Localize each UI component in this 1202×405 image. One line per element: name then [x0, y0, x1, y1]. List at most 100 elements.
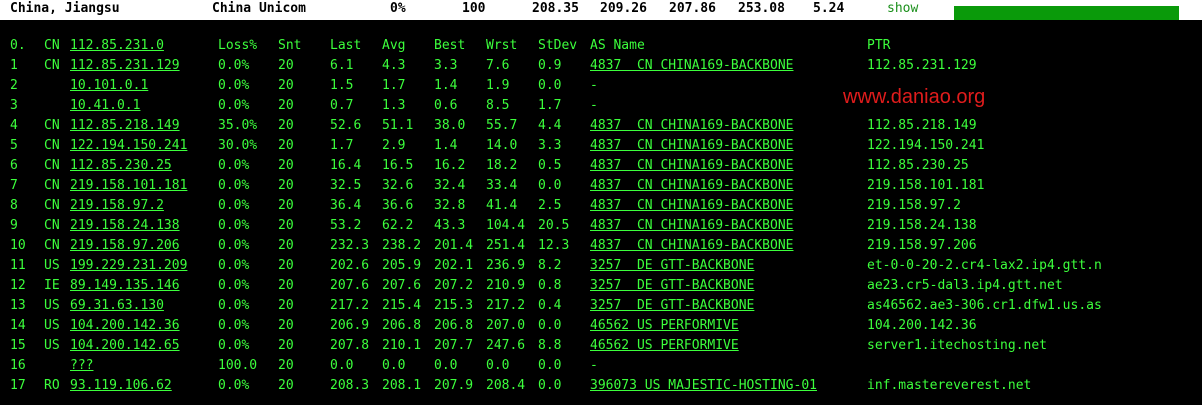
cell-as[interactable]: 4837 CN CHINA169-BACKBONE	[590, 218, 794, 233]
cell-host[interactable]: 219.158.24.138	[70, 218, 180, 233]
cell-best: 32.8	[434, 198, 466, 213]
cell-stdev: 0.0	[538, 178, 562, 193]
cell-host[interactable]: 93.119.106.62	[70, 378, 172, 393]
cell-ptr: server1.itechosting.net	[867, 338, 1048, 353]
cell-cc: CN	[44, 218, 60, 233]
cell-last: 217.2	[330, 298, 370, 313]
cell-best: 0.0	[434, 358, 458, 373]
cell-stdev: 20.5	[538, 218, 570, 233]
cell-loss: 0.0%	[218, 298, 250, 313]
cell-host[interactable]: 112.85.231.129	[70, 58, 180, 73]
cell-as[interactable]: 4837 CN CHINA169-BACKBONE	[590, 178, 794, 193]
cell-host[interactable]: 69.31.63.130	[70, 298, 164, 313]
cell-best: 202.1	[434, 258, 474, 273]
cell-ptr: 219.158.24.138	[867, 218, 977, 233]
cell-cc: US	[44, 298, 60, 313]
cell-host[interactable]: 112.85.230.25	[70, 158, 172, 173]
cell-stdev: 0.5	[538, 158, 562, 173]
cell-host[interactable]: 199.229.231.209	[70, 258, 187, 273]
header-host: 112.85.231.0	[70, 38, 164, 53]
cell-as[interactable]: 4837 CN CHINA169-BACKBONE	[590, 118, 794, 133]
cell-host[interactable]: 122.194.150.241	[70, 138, 187, 153]
cell-as[interactable]: -	[590, 78, 598, 93]
cell-as[interactable]: 3257 DE GTT-BACKBONE	[590, 278, 754, 293]
cell-stdev: 12.3	[538, 238, 570, 253]
summary-count: 100	[462, 1, 486, 16]
cell-host[interactable]: 89.149.135.146	[70, 278, 180, 293]
header-last: Last	[330, 38, 362, 53]
header-avg: Avg	[382, 38, 406, 53]
header-wrst: Wrst	[486, 38, 518, 53]
cell-last: 1.5	[330, 78, 354, 93]
cell-host[interactable]: ???	[70, 358, 93, 373]
cell-loss: 0.0%	[218, 318, 250, 333]
cell-host[interactable]: 219.158.97.2	[70, 198, 164, 213]
cell-host[interactable]: 10.41.0.1	[70, 98, 140, 113]
header-best: Best	[434, 38, 466, 53]
cell-as[interactable]: 396073 US MAJESTIC-HOSTING-01	[590, 378, 817, 393]
cell-as[interactable]: 4837 CN CHINA169-BACKBONE	[590, 158, 794, 173]
cell-snt: 20	[278, 238, 294, 253]
cell-stdev: 0.0	[538, 358, 562, 373]
header-as: AS Name	[590, 38, 645, 53]
cell-as[interactable]: -	[590, 98, 598, 113]
cell-hop: 16	[10, 358, 26, 373]
cell-as[interactable]: 46562 US PERFORMIVE	[590, 318, 739, 333]
cell-cc: IE	[44, 278, 60, 293]
cell-last: 36.4	[330, 198, 362, 213]
cell-stdev: 2.5	[538, 198, 562, 213]
cell-host[interactable]: 112.85.218.149	[70, 118, 180, 133]
cell-as[interactable]: 3257 DE GTT-BACKBONE	[590, 298, 754, 313]
cell-as[interactable]: 4837 CN CHINA169-BACKBONE	[590, 198, 794, 213]
cell-as[interactable]: 4837 CN CHINA169-BACKBONE	[590, 238, 794, 253]
cell-stdev: 0.9	[538, 58, 562, 73]
cell-snt: 20	[278, 338, 294, 353]
cell-stdev: 3.3	[538, 138, 562, 153]
isp-label: China Unicom	[212, 1, 306, 16]
cell-cc: CN	[44, 198, 60, 213]
cell-host[interactable]: 219.158.97.206	[70, 238, 180, 253]
cell-hop: 9	[10, 218, 18, 233]
cell-avg: 207.6	[382, 278, 422, 293]
cell-hop: 2	[10, 78, 18, 93]
cell-best: 32.4	[434, 178, 466, 193]
cell-host[interactable]: 219.158.101.181	[70, 178, 187, 193]
cell-last: 207.8	[330, 338, 370, 353]
cell-wrst: 217.2	[486, 298, 526, 313]
cell-as[interactable]: 4837 CN CHINA169-BACKBONE	[590, 138, 794, 153]
cell-as[interactable]: 3257 DE GTT-BACKBONE	[590, 258, 754, 273]
cell-snt: 20	[278, 138, 294, 153]
cell-loss: 0.0%	[218, 338, 250, 353]
show-button[interactable]: show	[887, 1, 918, 16]
cell-as[interactable]: 4837 CN CHINA169-BACKBONE	[590, 58, 794, 73]
cell-stdev: 0.0	[538, 318, 562, 333]
cell-hop: 4	[10, 118, 18, 133]
cell-wrst: 7.6	[486, 58, 510, 73]
watermark-text: www.daniao.org	[843, 86, 986, 108]
header-snt: Snt	[278, 38, 302, 53]
cell-snt: 20	[278, 278, 294, 293]
cell-as[interactable]: -	[590, 358, 598, 373]
cell-as[interactable]: 46562 US PERFORMIVE	[590, 338, 739, 353]
cell-avg: 208.1	[382, 378, 422, 393]
cell-best: 1.4	[434, 138, 458, 153]
cell-loss: 0.0%	[218, 218, 250, 233]
cell-loss: 0.0%	[218, 198, 250, 213]
cell-host[interactable]: 104.200.142.65	[70, 338, 180, 353]
cell-loss: 0.0%	[218, 178, 250, 193]
cell-wrst: 18.2	[486, 158, 518, 173]
cell-best: 16.2	[434, 158, 466, 173]
cell-snt: 20	[278, 258, 294, 273]
cell-snt: 20	[278, 78, 294, 93]
cell-snt: 20	[278, 118, 294, 133]
cell-avg: 210.1	[382, 338, 422, 353]
cell-snt: 20	[278, 198, 294, 213]
cell-host[interactable]: 104.200.142.36	[70, 318, 180, 333]
cell-wrst: 247.6	[486, 338, 526, 353]
cell-loss: 30.0%	[218, 138, 258, 153]
cell-hop: 3	[10, 98, 18, 113]
summary-best: 207.86	[669, 1, 716, 16]
cell-host[interactable]: 10.101.0.1	[70, 78, 148, 93]
cell-cc: US	[44, 338, 60, 353]
cell-loss: 0.0%	[218, 98, 250, 113]
